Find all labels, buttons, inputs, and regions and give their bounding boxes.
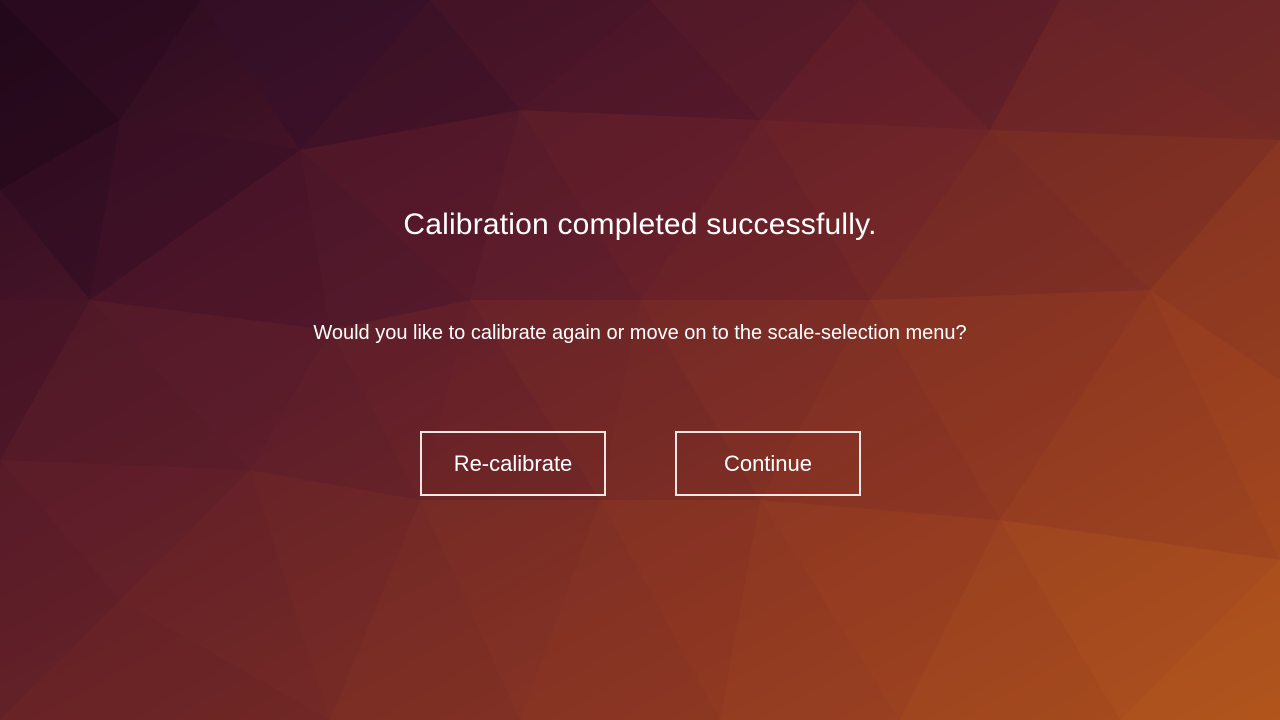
prompt-text: Would you like to calibrate again or mov… [313,322,967,344]
continue-button[interactable]: Continue [675,431,861,496]
recalibrate-button[interactable]: Re-calibrate [420,431,606,496]
headline: Calibration completed successfully. [403,208,877,241]
calibration-complete-screen: Calibration completed successfully. Woul… [0,0,1280,720]
